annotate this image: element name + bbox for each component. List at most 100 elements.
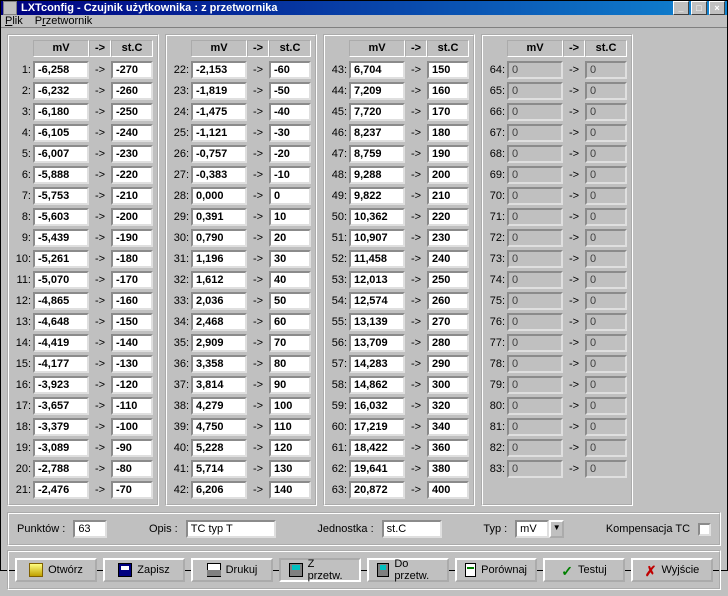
mv-input[interactable]: 4,279 (191, 397, 247, 415)
stc-input[interactable]: 130 (269, 460, 311, 478)
mv-input[interactable]: -3,089 (33, 439, 89, 457)
mv-input[interactable]: -4,648 (33, 313, 89, 331)
mv-input[interactable]: 20,872 (349, 481, 405, 499)
mv-input[interactable]: -3,657 (33, 397, 89, 415)
stc-input[interactable]: 20 (269, 229, 311, 247)
mv-input[interactable]: -1,121 (191, 124, 247, 142)
stc-input[interactable]: 250 (427, 271, 469, 289)
stc-input[interactable]: -90 (111, 439, 153, 457)
stc-input[interactable]: 320 (427, 397, 469, 415)
titlebar[interactable]: LXTconfig - Czujnik użytkownika : z prze… (1, 1, 727, 15)
stc-input[interactable]: -50 (269, 82, 311, 100)
stc-input[interactable]: 300 (427, 376, 469, 394)
stc-input[interactable]: 190 (427, 145, 469, 163)
mv-input[interactable]: 3,814 (191, 376, 247, 394)
from-device-button[interactable]: Z przetw. (279, 558, 361, 582)
mv-input[interactable]: -5,888 (33, 166, 89, 184)
mv-input[interactable]: 2,468 (191, 313, 247, 331)
save-button[interactable]: Zapisz (103, 558, 185, 582)
print-button[interactable]: Drukuj (191, 558, 273, 582)
stc-input[interactable]: -250 (111, 103, 153, 121)
stc-input[interactable]: 400 (427, 481, 469, 499)
stc-input[interactable]: 200 (427, 166, 469, 184)
stc-input[interactable]: 50 (269, 292, 311, 310)
mv-input[interactable]: 10,362 (349, 208, 405, 226)
stc-input[interactable]: 180 (427, 124, 469, 142)
mv-input[interactable]: -6,180 (33, 103, 89, 121)
stc-input[interactable]: 240 (427, 250, 469, 268)
mv-input[interactable]: -4,177 (33, 355, 89, 373)
stc-input[interactable]: 280 (427, 334, 469, 352)
mv-input[interactable]: 8,759 (349, 145, 405, 163)
mv-input[interactable]: -6,007 (33, 145, 89, 163)
mv-input[interactable]: 0,000 (191, 187, 247, 205)
stc-input[interactable]: 70 (269, 334, 311, 352)
stc-input[interactable]: -140 (111, 334, 153, 352)
mv-input[interactable]: 6,704 (349, 61, 405, 79)
menu-file[interactable]: Plik (5, 15, 23, 27)
stc-input[interactable]: 360 (427, 439, 469, 457)
mv-input[interactable]: 16,032 (349, 397, 405, 415)
open-button[interactable]: Otwórz (15, 558, 97, 582)
stc-input[interactable]: 140 (269, 481, 311, 499)
mv-input[interactable]: -2,788 (33, 460, 89, 478)
stc-input[interactable]: -120 (111, 376, 153, 394)
stc-input[interactable]: -160 (111, 292, 153, 310)
stc-input[interactable]: 100 (269, 397, 311, 415)
stc-input[interactable]: -200 (111, 208, 153, 226)
stc-input[interactable]: -100 (111, 418, 153, 436)
mv-input[interactable]: 11,458 (349, 250, 405, 268)
stc-input[interactable]: -220 (111, 166, 153, 184)
stc-input[interactable]: -150 (111, 313, 153, 331)
stc-input[interactable]: -30 (269, 124, 311, 142)
mv-input[interactable]: -2,476 (33, 481, 89, 499)
comp-checkbox[interactable] (698, 523, 711, 536)
mv-input[interactable]: 3,358 (191, 355, 247, 373)
mv-input[interactable]: -4,865 (33, 292, 89, 310)
stc-input[interactable]: -180 (111, 250, 153, 268)
mv-input[interactable]: 0,790 (191, 229, 247, 247)
mv-input[interactable]: 9,822 (349, 187, 405, 205)
menu-converter[interactable]: Przetwornik (35, 15, 92, 27)
mv-input[interactable]: 12,013 (349, 271, 405, 289)
stc-input[interactable]: -60 (269, 61, 311, 79)
mv-input[interactable]: 2,909 (191, 334, 247, 352)
mv-input[interactable]: 13,139 (349, 313, 405, 331)
stc-input[interactable]: 290 (427, 355, 469, 373)
mv-input[interactable]: -2,153 (191, 61, 247, 79)
mv-input[interactable]: 6,206 (191, 481, 247, 499)
stc-input[interactable]: 340 (427, 418, 469, 436)
stc-input[interactable]: 10 (269, 208, 311, 226)
mv-input[interactable]: 5,714 (191, 460, 247, 478)
stc-input[interactable]: 60 (269, 313, 311, 331)
mv-input[interactable]: -4,419 (33, 334, 89, 352)
compare-button[interactable]: Porównaj (455, 558, 537, 582)
stc-input[interactable]: -230 (111, 145, 153, 163)
mv-input[interactable]: -3,923 (33, 376, 89, 394)
stc-input[interactable]: 150 (427, 61, 469, 79)
stc-input[interactable]: -170 (111, 271, 153, 289)
stc-input[interactable]: 30 (269, 250, 311, 268)
mv-input[interactable]: -5,261 (33, 250, 89, 268)
mv-input[interactable]: -0,383 (191, 166, 247, 184)
mv-input[interactable]: 19,641 (349, 460, 405, 478)
mv-input[interactable]: -1,819 (191, 82, 247, 100)
stc-input[interactable]: -10 (269, 166, 311, 184)
mv-input[interactable]: 5,228 (191, 439, 247, 457)
stc-input[interactable]: -110 (111, 397, 153, 415)
mv-input[interactable]: -5,070 (33, 271, 89, 289)
stc-input[interactable]: 160 (427, 82, 469, 100)
stc-input[interactable]: 220 (427, 208, 469, 226)
unit-field[interactable]: st.C (382, 520, 442, 538)
stc-input[interactable]: -190 (111, 229, 153, 247)
minimize-button[interactable]: _ (673, 1, 689, 15)
stc-input[interactable]: 40 (269, 271, 311, 289)
stc-input[interactable]: -260 (111, 82, 153, 100)
stc-input[interactable]: 120 (269, 439, 311, 457)
mv-input[interactable]: 1,196 (191, 250, 247, 268)
stc-input[interactable]: 170 (427, 103, 469, 121)
stc-input[interactable]: 270 (427, 313, 469, 331)
mv-input[interactable]: 8,237 (349, 124, 405, 142)
mv-input[interactable]: 0,391 (191, 208, 247, 226)
mv-input[interactable]: -6,105 (33, 124, 89, 142)
